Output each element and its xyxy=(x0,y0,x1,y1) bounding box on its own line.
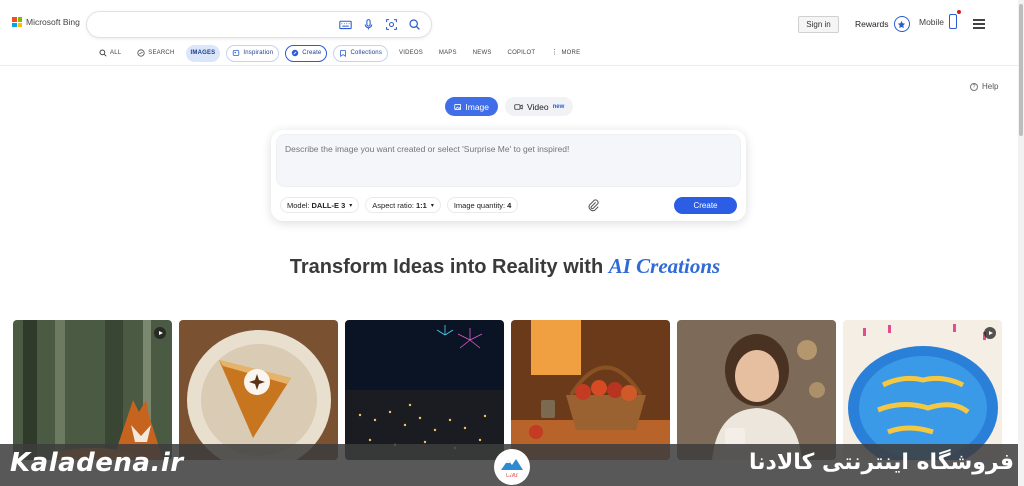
mobile-button[interactable]: Mobile xyxy=(919,10,962,29)
logo-text: Microsoft Bing xyxy=(26,17,80,27)
pie-image xyxy=(179,320,338,460)
options-row: Model: DALL-E 3 ▾ Aspect ratio: 1:1 ▾ Im… xyxy=(280,197,519,213)
phone-icon xyxy=(949,10,962,29)
page-scrollbar[interactable] xyxy=(1018,0,1024,486)
video-icon xyxy=(514,103,523,110)
help-icon: ? xyxy=(970,82,978,91)
watermark-logo: کالادنا xyxy=(494,449,530,485)
play-icon xyxy=(984,327,996,339)
more-dots-icon: ⋮ xyxy=(551,49,559,56)
rewards-button[interactable]: Rewards xyxy=(855,16,910,32)
nav-more[interactable]: ⋮ MORE xyxy=(546,45,585,62)
new-badge: new xyxy=(552,103,565,110)
gallery-tile-fox[interactable] xyxy=(13,320,172,460)
aspect-ratio-select[interactable]: Aspect ratio: 1:1 ▾ xyxy=(365,197,441,213)
city-night-image xyxy=(345,320,504,460)
nav-all[interactable]: ALL xyxy=(94,45,126,62)
svg-text:کالادنا: کالادنا xyxy=(506,473,519,479)
watermark-right-text: فروشگاه اینترنتی کالادنا xyxy=(749,450,1014,475)
woman-mug-image xyxy=(677,320,836,460)
search-box[interactable] xyxy=(86,11,432,38)
menu-icon[interactable] xyxy=(973,19,985,31)
inspiration-icon xyxy=(233,50,240,56)
sign-in-button[interactable]: Sign in xyxy=(798,16,839,33)
apple-basket-image xyxy=(511,320,670,460)
prompt-area xyxy=(276,134,741,187)
gallery-tile-cake[interactable] xyxy=(843,320,1002,460)
mountain-logo-icon: کالادنا xyxy=(501,459,523,479)
fox-image xyxy=(13,320,172,460)
gallery-tile-woman[interactable] xyxy=(677,320,836,460)
gallery-tile-city[interactable] xyxy=(345,320,504,460)
nav-create[interactable]: Create xyxy=(285,44,328,62)
watermark-left-text: Kaladena.ir xyxy=(10,448,184,478)
gallery-tile-apples[interactable] xyxy=(511,320,670,460)
page-heading: Transform Ideas into Reality with AI Cre… xyxy=(289,254,721,278)
bing-logo[interactable]: Microsoft Bing xyxy=(12,17,80,27)
microphone-icon[interactable] xyxy=(362,18,375,31)
prompt-input[interactable] xyxy=(277,135,740,186)
nav-videos[interactable]: VIDEOS xyxy=(394,45,428,62)
mode-tabs: Image Video new xyxy=(445,97,574,116)
copilot-search-icon xyxy=(137,49,145,57)
attach-icon[interactable] xyxy=(586,198,600,212)
nav-inspiration[interactable]: Inspiration xyxy=(226,44,280,62)
help-link[interactable]: ? Help xyxy=(970,82,998,91)
nav-collections[interactable]: Collections xyxy=(333,44,389,62)
tab-video[interactable]: Video new xyxy=(505,97,574,116)
image-quantity-select[interactable]: Image quantity: 4 xyxy=(446,197,519,213)
top-bar: Microsoft Bing Sign in Rewards Mobile xyxy=(0,0,1024,42)
create-icon xyxy=(292,49,299,57)
nav-copilot[interactable]: COPILOT xyxy=(503,45,541,62)
keyboard-icon[interactable] xyxy=(339,18,352,31)
scrollbar-thumb[interactable] xyxy=(1019,4,1023,136)
search-icon[interactable] xyxy=(408,18,421,31)
inspiration-gallery xyxy=(13,320,1002,460)
visual-search-icon[interactable] xyxy=(385,18,398,31)
model-select[interactable]: Model: DALL-E 3 ▾ xyxy=(280,197,360,213)
tab-image[interactable]: Image xyxy=(445,97,498,116)
microsoft-logo-icon xyxy=(12,17,22,27)
play-icon xyxy=(154,327,166,339)
search-input[interactable] xyxy=(101,18,351,29)
nav-divider xyxy=(0,65,1018,66)
gallery-tile-pie[interactable] xyxy=(179,320,338,460)
rewards-label: Rewards xyxy=(855,19,889,29)
chevron-down-icon: ▾ xyxy=(430,202,434,209)
mobile-label: Mobile xyxy=(919,16,945,27)
birthday-cake-image xyxy=(843,320,1002,460)
chevron-down-icon: ▾ xyxy=(349,202,353,209)
collections-icon xyxy=(340,50,347,57)
nav-news[interactable]: NEWS xyxy=(468,45,497,62)
image-icon xyxy=(454,103,462,110)
search-icon xyxy=(99,49,107,57)
nav-search[interactable]: SEARCH xyxy=(132,45,179,62)
create-button[interactable]: Create xyxy=(674,197,737,214)
prompt-card: Model: DALL-E 3 ▾ Aspect ratio: 1:1 ▾ Im… xyxy=(271,130,746,221)
nav-images[interactable]: IMAGES xyxy=(185,44,221,62)
scope-nav: ALL SEARCH IMAGES Inspiration Create Col… xyxy=(94,44,585,62)
rewards-icon xyxy=(893,16,910,32)
nav-maps[interactable]: MAPS xyxy=(434,45,462,62)
